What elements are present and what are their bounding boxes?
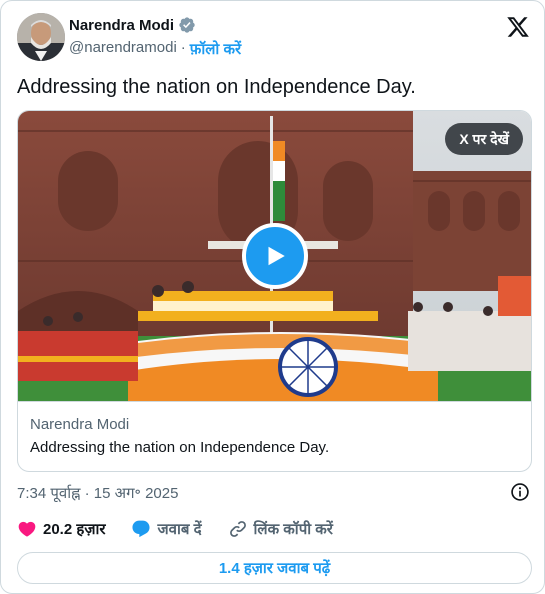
link-domain: Narendra Modi: [30, 416, 130, 433]
media-card[interactable]: X पर देखें Narendra Modi Addressing the …: [17, 110, 532, 472]
link-title: Addressing the nation on Independence Da…: [30, 439, 330, 456]
view-on-x-button[interactable]: X पर देखें: [445, 123, 523, 155]
play-icon: [268, 246, 285, 266]
info-icon[interactable]: [510, 482, 530, 502]
heart-icon: [18, 521, 36, 537]
reply-label: जवाब दें: [157, 521, 202, 538]
reply-bubble-icon: [132, 520, 151, 538]
handle-separator: ·: [180, 39, 186, 56]
embedded-tweet-card: Narendra Modi @narendramodi · फ़ॉलो करें…: [0, 0, 545, 594]
verified-badge-icon: [179, 17, 195, 33]
like-count: 20.2 हज़ार: [43, 521, 106, 538]
author-name[interactable]: Narendra Modi: [69, 17, 174, 34]
x-logo-icon[interactable]: [506, 15, 530, 39]
handle-row: @narendramodi · फ़ॉलो करें: [69, 39, 241, 59]
like-button[interactable]: 20.2 हज़ार: [17, 519, 105, 539]
tweet-timestamp[interactable]: 7:34 पूर्वाह्न · 15 अग॰ 2025: [17, 483, 178, 503]
action-bar: 20.2 हज़ार जवाब दें लिंक कॉपी करें: [17, 519, 359, 539]
tweet-header: Narendra Modi @narendramodi · फ़ॉलो करें: [17, 13, 530, 61]
author-name-row: Narendra Modi: [69, 16, 196, 34]
copy-link-button[interactable]: लिंक कॉपी करें: [228, 519, 333, 539]
author-handle[interactable]: @narendramodi: [69, 39, 177, 59]
link-preview[interactable]: Narendra Modi Addressing the nation on I…: [18, 401, 531, 471]
read-replies-button[interactable]: 1.4 हज़ार जवाब पढ़ें: [17, 552, 532, 584]
play-button[interactable]: [242, 223, 308, 289]
follow-button[interactable]: फ़ॉलो करें: [190, 39, 241, 59]
reply-button[interactable]: जवाब दें: [131, 519, 202, 539]
copy-link-label: लिंक कॉपी करें: [253, 521, 333, 538]
link-icon: [229, 521, 246, 537]
avatar[interactable]: [17, 13, 65, 61]
tweet-text: Addressing the nation on Independence Da…: [17, 76, 416, 98]
video-player[interactable]: X पर देखें: [18, 111, 531, 401]
